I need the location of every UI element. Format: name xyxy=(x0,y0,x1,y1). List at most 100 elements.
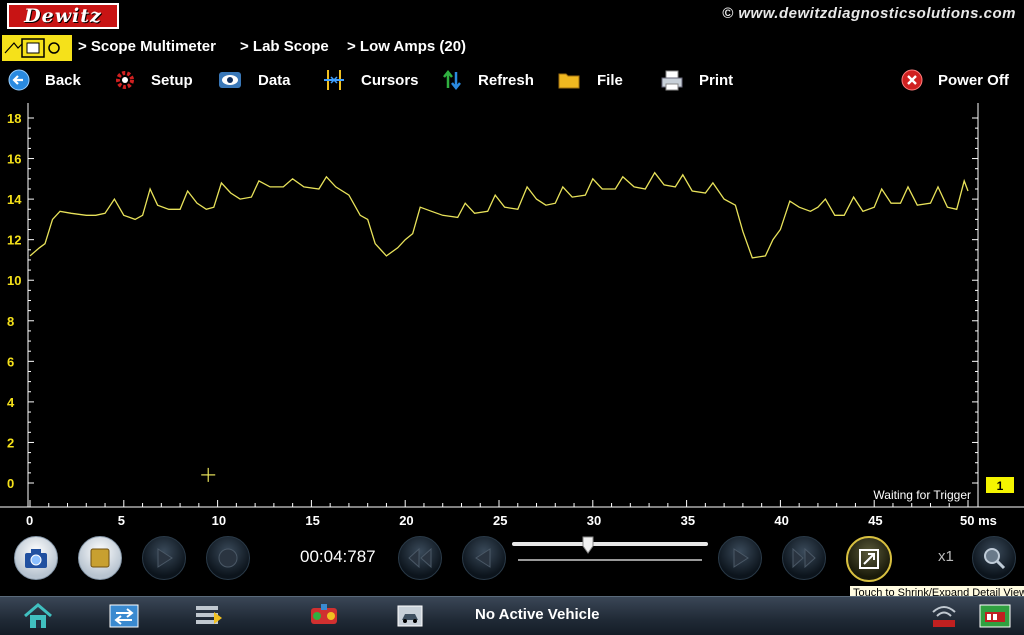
breadcrumb-low-amps[interactable]: > Low Amps (20) xyxy=(347,38,466,55)
step-forward-icon xyxy=(733,548,749,568)
x-tick-label: 50 ms xyxy=(960,513,997,528)
step-back-button[interactable] xyxy=(462,536,506,580)
refresh-label: Refresh xyxy=(478,71,534,89)
skip-back-button[interactable] xyxy=(398,536,442,580)
battery-icon xyxy=(979,604,1011,628)
skip-forward-button[interactable] xyxy=(782,536,826,580)
list-icon xyxy=(196,606,222,624)
house-icon xyxy=(24,603,52,628)
slider-track xyxy=(512,542,708,546)
scope-plot[interactable]: 024681012141618 0 5 10 15 20 25 30 35 40 45 50 ms … xyxy=(0,103,1024,535)
back-button[interactable]: Back xyxy=(7,66,81,94)
slider-thumb[interactable] xyxy=(582,536,594,554)
channel-badge-label: 1 xyxy=(997,479,1004,493)
trigger-status: Waiting for Trigger xyxy=(873,488,971,502)
taskbar-vehicle-button[interactable] xyxy=(376,600,444,632)
wireless-icon xyxy=(932,606,956,627)
stop-icon xyxy=(90,548,110,568)
y-tick-label: 0 xyxy=(7,476,14,491)
gear-icon xyxy=(113,68,137,92)
x-tick-label: 40 xyxy=(774,513,788,528)
step-back-icon xyxy=(475,548,491,568)
expand-detail-button[interactable] xyxy=(846,536,892,582)
power-off-label: Power Off xyxy=(938,71,1009,89)
car-icon xyxy=(397,605,423,627)
file-button[interactable]: File xyxy=(557,66,623,94)
breadcrumb-lab-scope[interactable]: > Lab Scope xyxy=(240,38,329,55)
setup-button[interactable]: Setup xyxy=(113,66,193,94)
y-tick-label: 16 xyxy=(7,152,21,167)
record-icon xyxy=(218,548,238,568)
x-tick-label: 10 xyxy=(212,513,226,528)
vehicle-status: No Active Vehicle xyxy=(475,606,600,623)
dewitz-logo: Dewitz xyxy=(7,3,119,29)
expand-icon xyxy=(859,549,879,569)
y-tick-label: 8 xyxy=(7,314,14,329)
print-button[interactable]: Print xyxy=(660,66,733,94)
scope-tools-icon xyxy=(311,604,337,624)
back-label: Back xyxy=(45,71,81,89)
y-tick-label: 4 xyxy=(7,395,15,410)
printer-icon xyxy=(660,68,684,92)
playback-slider[interactable] xyxy=(512,536,708,566)
taskbar-battery-button[interactable] xyxy=(972,600,1018,632)
website-banner: © www.dewitzdiagnosticsolutions.com xyxy=(722,5,1016,22)
y-axis: 0 2 4 6 8 10 12 14 16 18 xyxy=(7,111,22,491)
taskbar-transfer-button[interactable] xyxy=(90,600,158,632)
y-tick-label: 14 xyxy=(7,192,22,207)
data-label: Data xyxy=(258,71,291,89)
home-button[interactable] xyxy=(2,35,72,61)
zoom-button[interactable] xyxy=(972,536,1016,580)
taskbar-scope-button[interactable] xyxy=(290,600,358,632)
y-tick-label: 6 xyxy=(7,354,14,369)
step-forward-button[interactable] xyxy=(718,536,762,580)
taskbar-wireless-button[interactable] xyxy=(922,600,966,632)
record-button[interactable] xyxy=(206,536,250,580)
camera-icon xyxy=(25,549,47,568)
print-label: Print xyxy=(699,71,734,89)
eye-icon xyxy=(218,68,242,92)
stop-button[interactable] xyxy=(78,536,122,580)
transfer-icon xyxy=(109,604,139,628)
plot-frame xyxy=(0,103,1024,508)
setup-label: Setup xyxy=(151,71,193,89)
y-tick-label: 2 xyxy=(7,435,14,450)
play-button[interactable] xyxy=(142,536,186,580)
close-icon xyxy=(900,68,924,92)
taskbar-list-button[interactable] xyxy=(175,600,243,632)
folder-icon xyxy=(557,68,581,92)
x-axis: 0 5 10 15 20 25 30 35 40 45 50 ms xyxy=(26,513,997,528)
rewind-icon xyxy=(408,547,432,569)
back-arrow-icon xyxy=(7,68,31,92)
magnifier-icon xyxy=(984,548,1006,570)
time-readout: 00:04:787 xyxy=(300,547,376,566)
zoom-level: x1 xyxy=(938,548,954,565)
data-button[interactable]: Data xyxy=(218,66,291,94)
play-icon xyxy=(157,548,173,568)
breadcrumb-scope-multimeter[interactable]: > Scope Multimeter xyxy=(78,38,216,55)
x-tick-label: 25 xyxy=(493,513,507,528)
refresh-icon xyxy=(440,68,464,92)
taskbar-home-button[interactable] xyxy=(5,600,71,632)
x-tick-label: 20 xyxy=(399,513,413,528)
power-off-button[interactable]: Power Off xyxy=(900,66,1009,94)
y-tick-label: 10 xyxy=(7,273,21,288)
x-tick-label: 15 xyxy=(305,513,319,528)
cursors-button[interactable]: Cursors xyxy=(322,66,419,94)
y-tick-label: 12 xyxy=(7,233,21,248)
cursors-label: Cursors xyxy=(361,71,419,89)
x-tick-label: 30 xyxy=(587,513,601,528)
slider-range-line xyxy=(518,559,702,561)
fast-forward-icon xyxy=(792,547,816,569)
snapshot-button[interactable] xyxy=(14,536,58,580)
y-tick-label: 18 xyxy=(7,111,21,126)
scope-home-icon xyxy=(4,38,60,58)
signal-trace xyxy=(29,171,969,259)
channel-badge[interactable]: 1 xyxy=(986,477,1014,493)
cursors-icon xyxy=(322,68,346,92)
x-tick-label: 45 xyxy=(868,513,882,528)
trigger-crosshair[interactable] xyxy=(201,467,216,482)
minor-ticks xyxy=(28,117,978,507)
x-tick-label: 0 xyxy=(26,513,33,528)
refresh-button[interactable]: Refresh xyxy=(440,66,534,94)
